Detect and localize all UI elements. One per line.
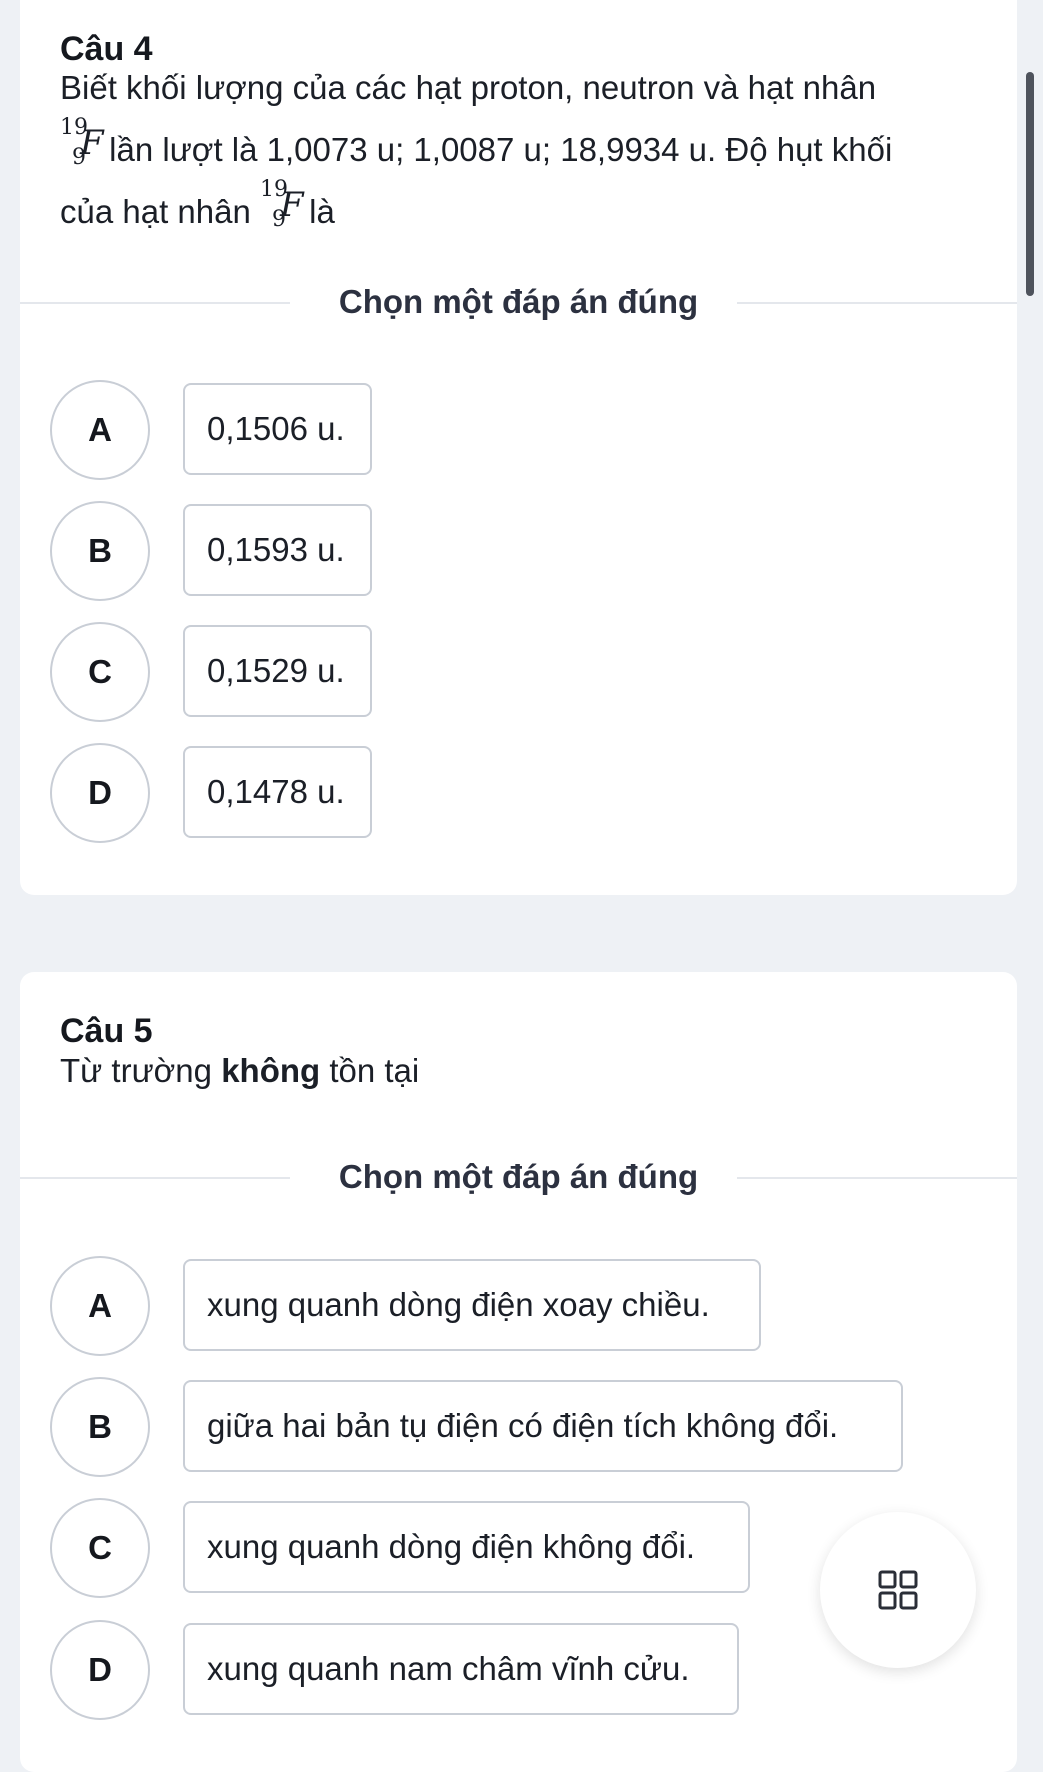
option-answer[interactable]: xung quanh dòng điện không đổi. xyxy=(183,1501,750,1593)
option-answer[interactable]: 0,1593 u. xyxy=(183,504,372,596)
question-text-line-1: Biết khối lượng của các hạt proton, neut… xyxy=(60,69,877,106)
question-text-line-2-rest: lần lượt là 1,0073 u; 1,0087 u; 18,9934 … xyxy=(100,131,893,168)
grid-icon xyxy=(878,1570,918,1610)
question-text-start: Từ trường xyxy=(60,1052,222,1089)
question-text-line-3-end: là xyxy=(300,193,335,230)
option-answer[interactable]: 0,1506 u. xyxy=(183,383,372,475)
option-answer[interactable]: 0,1529 u. xyxy=(183,625,372,717)
question-text: Từ trường không tồn tại xyxy=(60,1040,960,1102)
question-grid-button[interactable] xyxy=(820,1512,976,1668)
option-letter[interactable]: D xyxy=(50,1620,150,1720)
option-answer[interactable]: 0,1478 u. xyxy=(183,746,372,838)
option-answer[interactable]: giữa hai bản tụ điện có điện tích không … xyxy=(183,1380,903,1472)
question-text-end: tồn tại xyxy=(320,1052,420,1089)
question-text-emphasis: không xyxy=(221,1052,321,1089)
divider-line-right xyxy=(737,1177,1017,1179)
option-answer[interactable]: xung quanh dòng điện xoay chiều. xyxy=(183,1259,761,1351)
question-text: Biết khối lượng của các hạt proton, neut… xyxy=(60,57,960,243)
question-text-line-3: của hạt nhân 19 9 F là xyxy=(60,179,960,243)
nuclide-symbol: 19 9 F xyxy=(60,117,104,173)
option-letter[interactable]: A xyxy=(50,1256,150,1356)
nuclide-element: F xyxy=(280,185,304,225)
answer-divider: Chọn một đáp án đúng xyxy=(20,1157,1017,1197)
answer-divider: Chọn một đáp án đúng xyxy=(20,282,1017,322)
nuclide-symbol: 19 9 F xyxy=(260,179,304,235)
nuclide-element: F xyxy=(80,123,104,163)
option-letter[interactable]: B xyxy=(50,501,150,601)
scrollbar-thumb[interactable] xyxy=(1026,72,1034,296)
option-letter[interactable]: B xyxy=(50,1377,150,1477)
option-letter[interactable]: C xyxy=(50,622,150,722)
question-text-line-2: 19 9 F lần lượt là 1,0073 u; 1,0087 u; 18,… xyxy=(60,117,960,181)
option-letter[interactable]: A xyxy=(50,380,150,480)
option-letter[interactable]: D xyxy=(50,743,150,843)
question-card-4: Câu 4 Biết khối lượng của các hạt proton… xyxy=(20,0,1017,895)
divider-line-right xyxy=(737,302,1017,304)
option-letter[interactable]: C xyxy=(50,1498,150,1598)
question-text-line-3-start: của hạt nhân xyxy=(60,193,260,230)
option-answer[interactable]: xung quanh nam châm vĩnh cửu. xyxy=(183,1623,739,1715)
